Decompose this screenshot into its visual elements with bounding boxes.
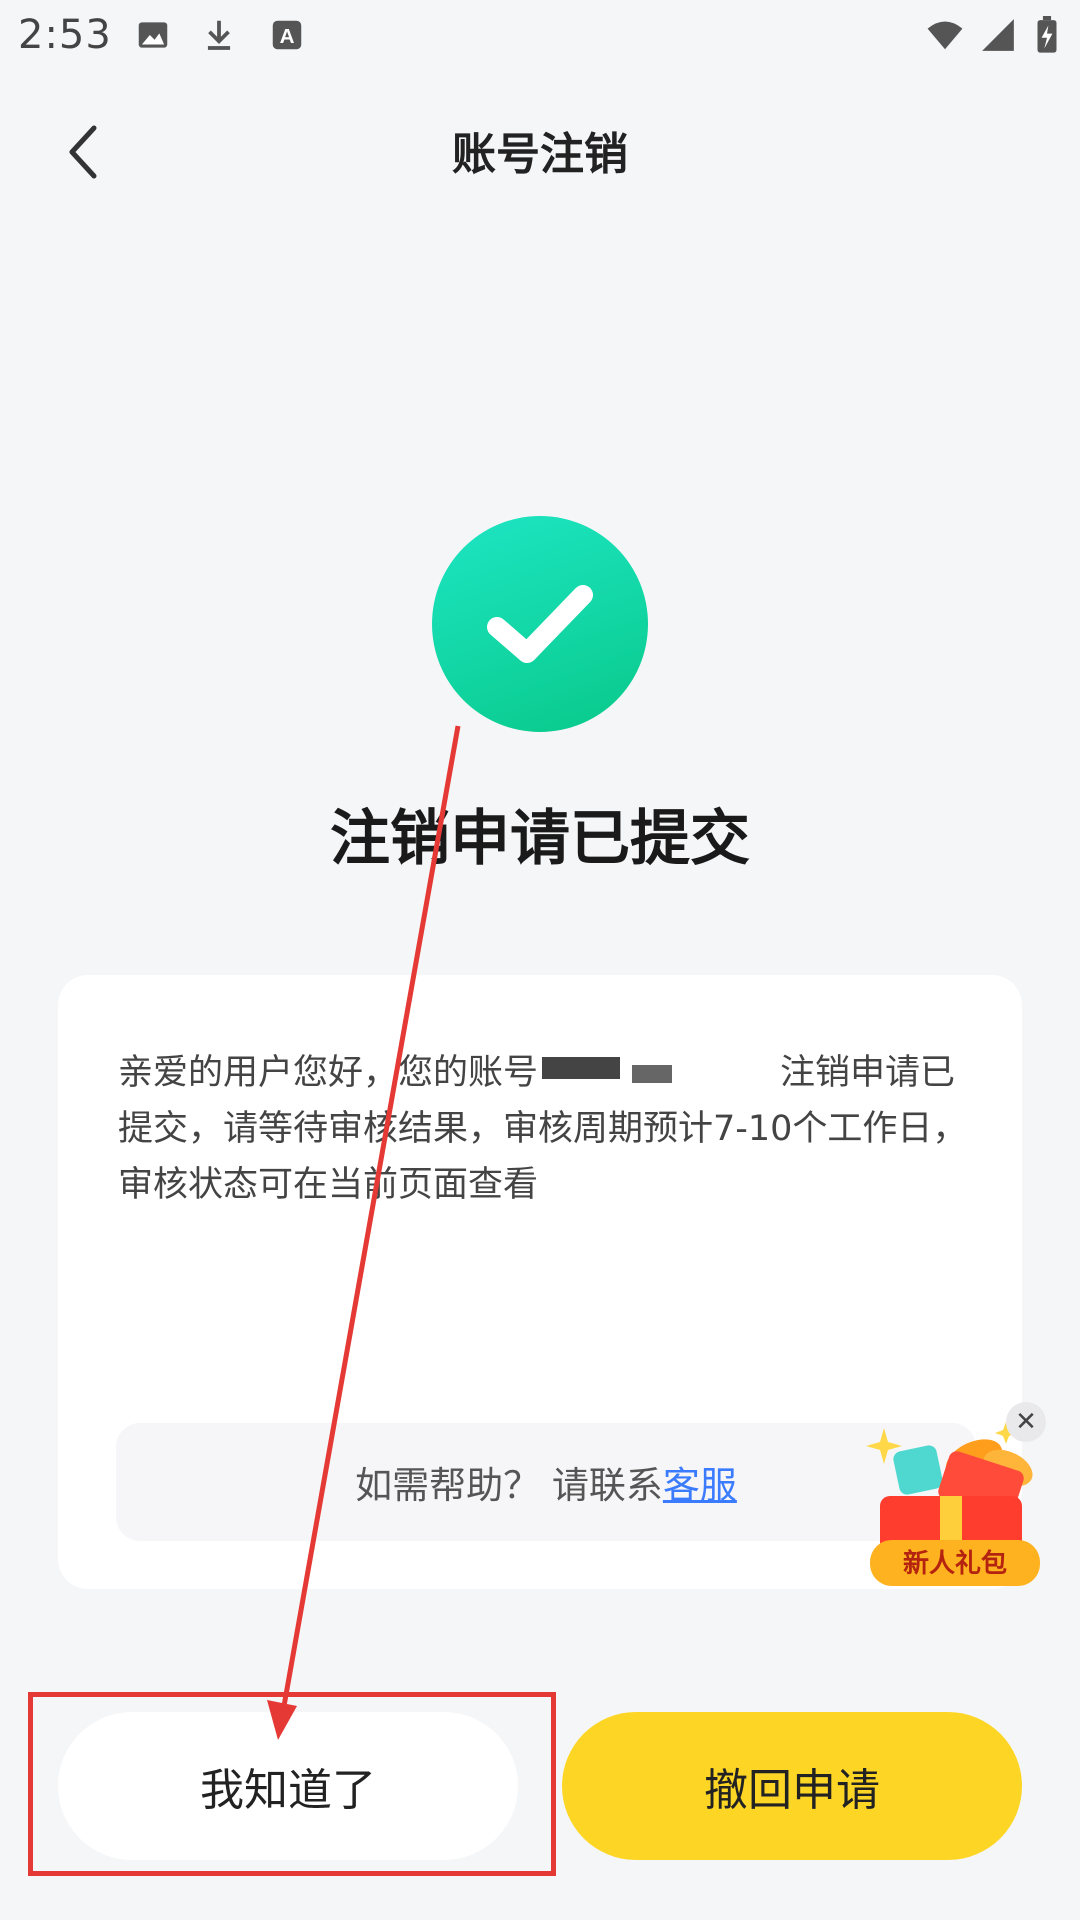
annotation-arrow — [267, 725, 461, 1740]
